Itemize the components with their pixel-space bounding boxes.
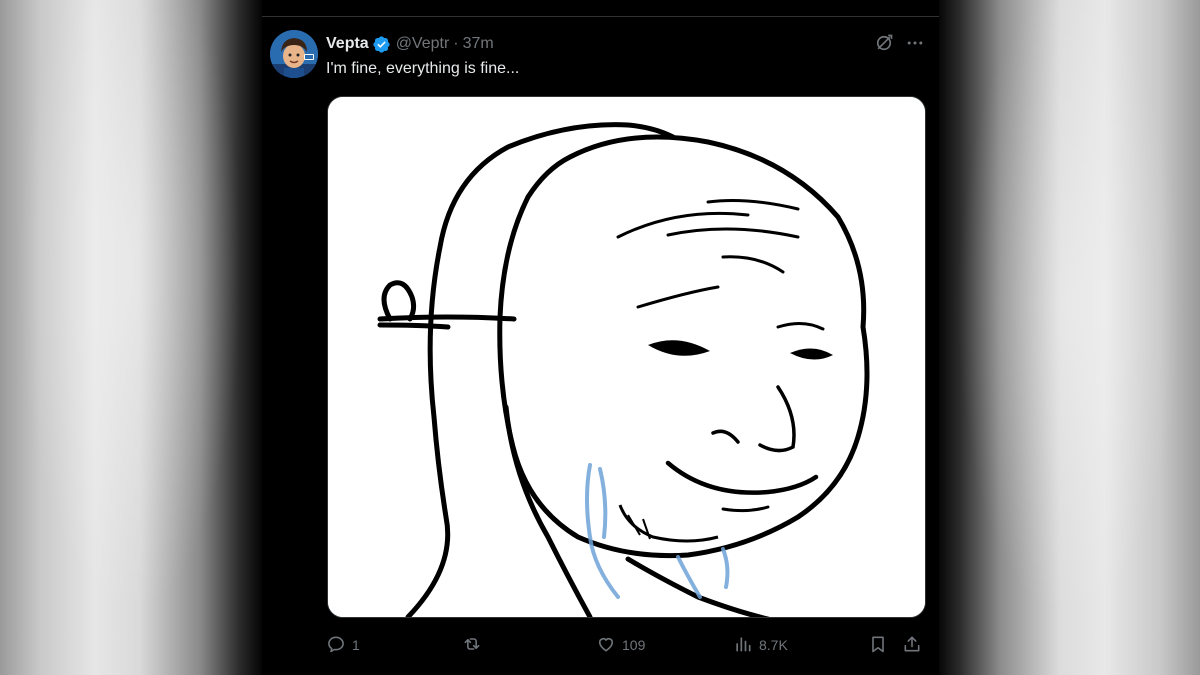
share-button[interactable] <box>902 632 922 658</box>
views-count: 8.7K <box>759 637 788 653</box>
like-count: 109 <box>622 637 646 653</box>
grok-icon[interactable] <box>873 32 895 54</box>
reply-icon <box>326 634 346 657</box>
avatar-illustration-icon <box>270 30 318 78</box>
views-icon <box>733 634 753 657</box>
reply-count: 1 <box>352 637 360 653</box>
like-button[interactable]: 109 <box>596 632 645 658</box>
post-image[interactable] <box>327 96 926 618</box>
meta-separator: · <box>453 35 459 52</box>
tweet-card[interactable]: Vepta @Veptr · 37m I'm fine, everything … <box>262 0 939 675</box>
author-name[interactable]: Vepta <box>326 35 369 53</box>
repost-icon <box>462 634 482 657</box>
wojak-mask-meme-image <box>328 97 925 617</box>
bookmark-icon <box>868 634 888 657</box>
author-handle[interactable]: @Veptr <box>396 35 450 53</box>
blurred-right-background <box>938 0 1200 675</box>
views-button[interactable]: 8.7K <box>733 632 788 658</box>
top-divider <box>262 16 939 17</box>
blurred-left-background <box>0 0 262 675</box>
heart-icon <box>596 634 616 657</box>
screenshot-stage: Vepta @Veptr · 37m I'm fine, everything … <box>0 0 1200 675</box>
reply-button[interactable]: 1 <box>326 632 360 658</box>
post-time[interactable]: 37m <box>463 35 494 53</box>
more-icon[interactable] <box>904 32 926 54</box>
repost-button[interactable] <box>462 632 488 658</box>
bookmark-button[interactable] <box>868 632 888 658</box>
share-icon <box>902 634 922 657</box>
avatar[interactable] <box>270 30 318 78</box>
tweet-text: I'm fine, everything is fine... <box>326 60 520 77</box>
tweet-header: Vepta @Veptr · 37m <box>326 33 494 55</box>
action-bar: 1 109 8.7K <box>326 632 926 658</box>
verified-badge-icon <box>372 35 391 54</box>
